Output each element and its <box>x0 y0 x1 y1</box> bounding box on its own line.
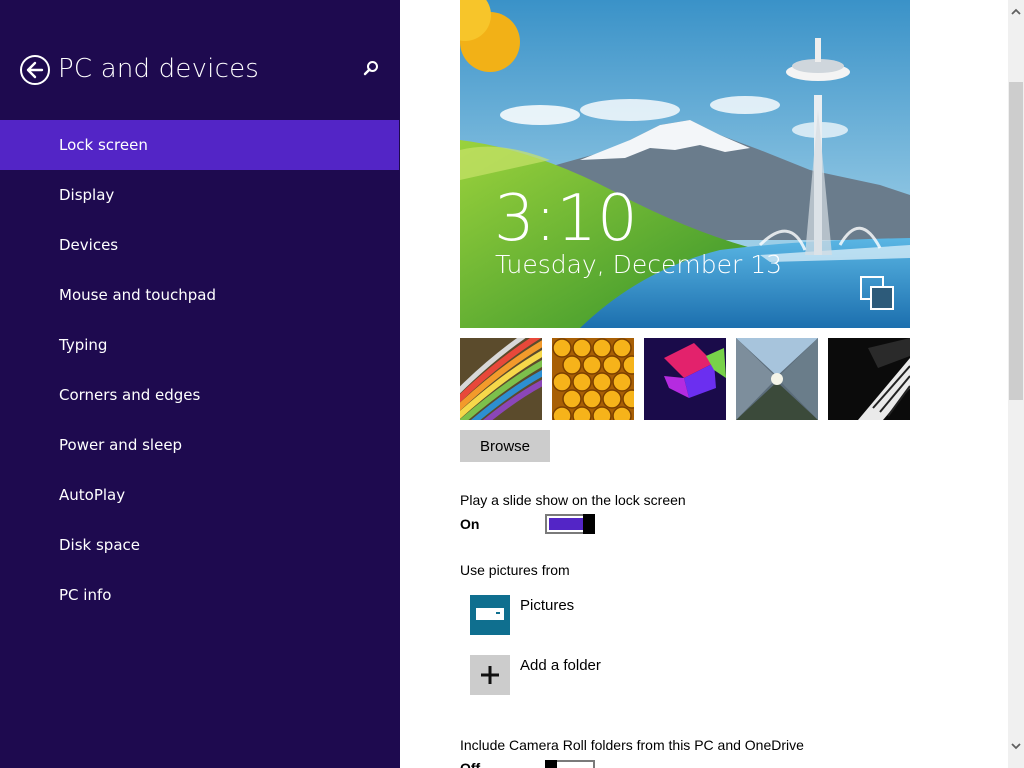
lock-screen-preview: 3:10 Tuesday, December 13 <box>460 0 910 328</box>
slideshow-toggle[interactable] <box>545 514 595 534</box>
pictures-folder-icon[interactable] <box>470 595 510 635</box>
use-pictures-from-label: Use pictures from <box>460 562 570 578</box>
slideshow-icon <box>860 276 896 312</box>
camera-roll-toggle[interactable] <box>545 760 595 768</box>
nav-item-devices[interactable]: Devices <box>0 220 400 270</box>
camera-roll-label: Include Camera Roll folders from this PC… <box>460 737 804 753</box>
nav-item-pc-info[interactable]: PC info <box>0 570 400 620</box>
back-arrow-icon[interactable] <box>20 55 50 85</box>
nav-item-disk-space[interactable]: Disk space <box>0 520 400 570</box>
toggle-fill <box>549 518 585 530</box>
toggle-knob <box>545 760 557 768</box>
nav-item-display[interactable]: Display <box>0 170 400 220</box>
slideshow-state: On <box>460 516 480 532</box>
scroll-down-icon[interactable] <box>1008 738 1024 754</box>
nav-item-corners-and-edges[interactable]: Corners and edges <box>0 370 400 420</box>
thumbnail-purple-tiles[interactable] <box>644 338 726 420</box>
browse-button[interactable]: Browse <box>460 430 550 462</box>
scroll-up-icon[interactable] <box>1008 4 1024 20</box>
lock-screen-date: Tuesday, December 13 <box>495 250 782 279</box>
page-title: PC and devices <box>58 54 260 84</box>
settings-nav: Lock screen Display Devices Mouse and to… <box>0 120 400 620</box>
thumbnail-piano-keys[interactable] <box>828 338 910 420</box>
lock-screen-time: 3:10 <box>494 182 638 256</box>
nav-item-mouse-and-touchpad[interactable]: Mouse and touchpad <box>0 270 400 320</box>
lock-screen-settings: 3:10 Tuesday, December 13 Browse Play a … <box>400 0 1008 768</box>
nav-item-autoplay[interactable]: AutoPlay <box>0 470 400 520</box>
nav-item-power-and-sleep[interactable]: Power and sleep <box>0 420 400 470</box>
vertical-scrollbar[interactable] <box>1008 0 1024 768</box>
toggle-knob <box>583 514 595 534</box>
sidebar: PC and devices Lock screen Display Devic… <box>0 0 400 768</box>
thumbnail-tunnel[interactable] <box>736 338 818 420</box>
search-icon[interactable] <box>362 60 380 78</box>
slideshow-label: Play a slide show on the lock screen <box>460 492 686 508</box>
scrollbar-thumb[interactable] <box>1009 82 1023 400</box>
camera-roll-state: Off <box>460 760 481 768</box>
add-folder-label[interactable]: Add a folder <box>520 657 601 674</box>
thumbnail-rainbow-curves[interactable] <box>460 338 542 420</box>
nav-item-lock-screen[interactable]: Lock screen <box>0 120 399 170</box>
nav-item-typing[interactable]: Typing <box>0 320 400 370</box>
thumbnail-honeycomb[interactable] <box>552 338 634 420</box>
plus-icon[interactable] <box>470 655 510 695</box>
pictures-folder-label[interactable]: Pictures <box>520 597 574 614</box>
